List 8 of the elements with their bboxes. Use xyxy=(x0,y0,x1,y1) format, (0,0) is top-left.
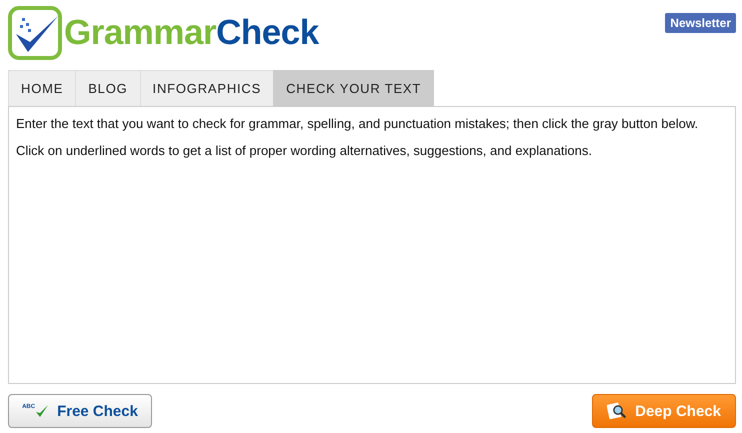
nav-tab[interactable]: CHECK YOUR TEXT xyxy=(273,70,434,106)
logo-text[interactable]: GrammarCheck xyxy=(64,13,319,53)
instruction-text: Click on underlined words to get a list of proper wording alternatives, suggestions, and explanations. xyxy=(16,143,593,158)
nav-tab[interactable]: HOME xyxy=(8,70,76,106)
newsletter-button[interactable]: Newsletter xyxy=(665,13,736,33)
instruction-text: Enter the text that you want to check for grammar, spelling, and punctuation mistakes; then click the gray button below. xyxy=(16,116,700,131)
nav-tab[interactable]: INFOGRAPHICS xyxy=(140,70,274,106)
nav-tab[interactable]: BLOG xyxy=(75,70,141,106)
